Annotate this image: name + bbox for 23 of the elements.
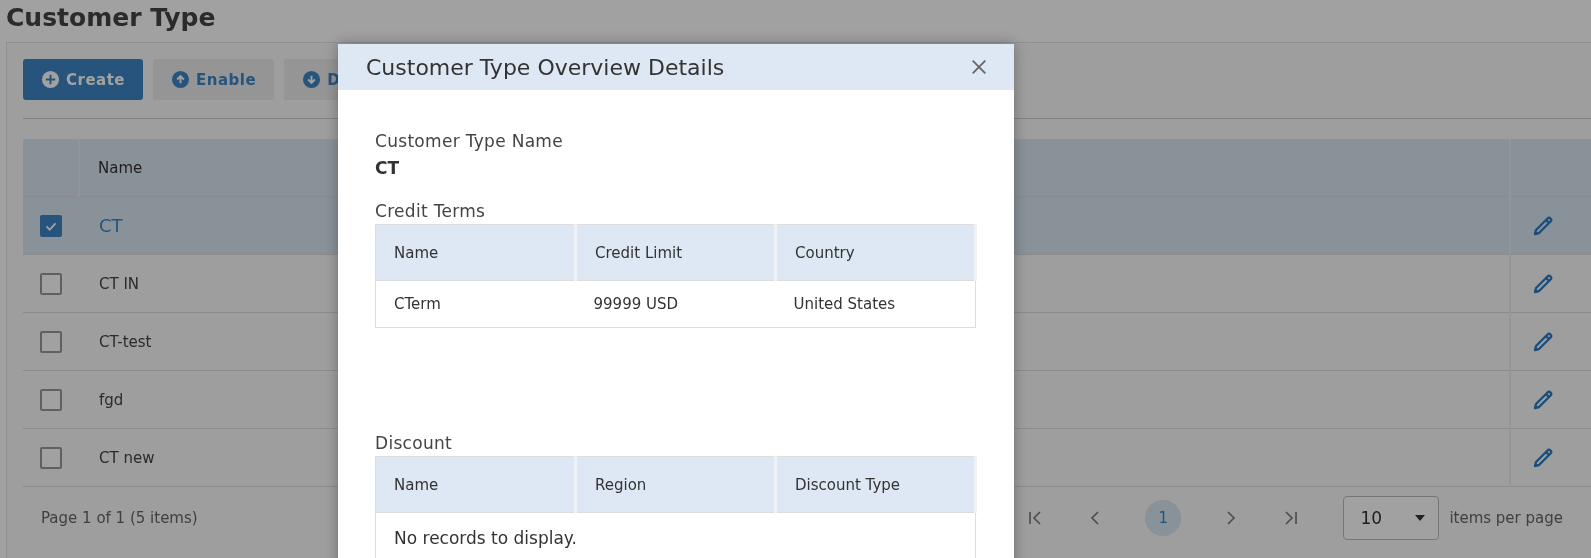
- dialog-title: Customer Type Overview Details: [366, 54, 725, 80]
- empty-message: No records to display.: [375, 512, 976, 558]
- column-header: Region: [575, 456, 776, 513]
- table-cell: 99999 USD: [575, 280, 776, 328]
- table-cell: CT-test: [99, 332, 152, 351]
- column-header: Country: [775, 224, 976, 281]
- column-header: Name: [375, 456, 576, 513]
- table-cell: fgd: [99, 390, 124, 409]
- column-header: Credit Limit: [575, 224, 776, 281]
- column-header: Discount Type: [775, 456, 976, 513]
- page-title: Customer Type: [6, 2, 217, 34]
- table-cell: CT IN: [99, 274, 140, 293]
- table-cell: United States: [775, 280, 976, 328]
- page-size-label: items per page: [1449, 509, 1563, 527]
- page-summary: Page 1 of 1 (5 items): [41, 509, 198, 527]
- section-title: Credit Terms: [375, 200, 487, 223]
- field-label: Customer Type Name: [375, 130, 564, 153]
- table-cell: CTerm: [375, 280, 576, 328]
- section-title: Discount: [375, 432, 454, 455]
- table-cell: CT: [99, 215, 123, 236]
- field-value: CT: [375, 157, 401, 180]
- column-header: Name: [375, 224, 576, 281]
- table-cell: CT new: [99, 448, 155, 467]
